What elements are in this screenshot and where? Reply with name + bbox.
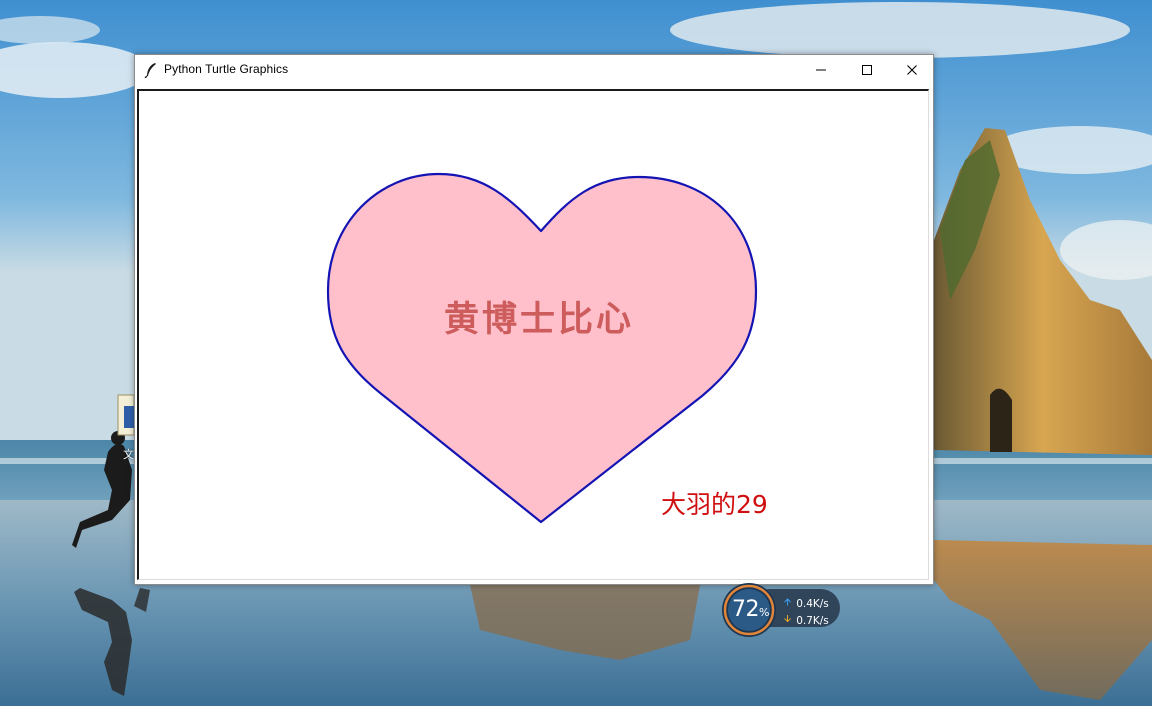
heart-shape xyxy=(326,172,758,524)
close-icon xyxy=(906,61,918,80)
turtle-window[interactable]: Python Turtle Graphics 黄博士比心 大羽的29 xyxy=(134,54,934,585)
minimize-button[interactable] xyxy=(798,55,844,85)
window-title: Python Turtle Graphics xyxy=(164,62,289,76)
arrow-down-icon: 🡫 xyxy=(784,614,792,625)
maximize-button[interactable] xyxy=(844,55,890,85)
cpu-unit: % xyxy=(759,606,769,619)
signature-text: 大羽的29 xyxy=(661,490,768,519)
turtle-canvas-frame: 黄博士比心 大羽的29 xyxy=(137,89,929,580)
upload-speed-row: 🡩 0.4K/s xyxy=(784,595,829,612)
download-speed-row: 🡫 0.7K/s xyxy=(784,612,829,629)
heart-text: 黄博士比心 xyxy=(444,299,634,340)
maximize-icon xyxy=(861,61,873,80)
cpu-value: 72 xyxy=(732,597,760,622)
network-speed-widget[interactable]: 72% 🡩 0.4K/s 🡫 0.7K/s xyxy=(720,583,842,637)
close-button[interactable] xyxy=(889,55,935,85)
upload-speed: 0.4K/s xyxy=(796,597,829,610)
cpu-usage: 72% xyxy=(732,597,769,622)
feather-icon xyxy=(144,62,158,79)
download-speed: 0.7K/s xyxy=(796,614,829,627)
arrow-up-icon: 🡩 xyxy=(784,597,792,608)
turtle-canvas[interactable]: 黄博士比心 大羽的29 xyxy=(139,91,929,580)
minimize-icon xyxy=(815,61,827,80)
desktop-icon-label[interactable]: 文 xyxy=(123,446,134,462)
title-bar[interactable]: Python Turtle Graphics xyxy=(135,55,933,85)
